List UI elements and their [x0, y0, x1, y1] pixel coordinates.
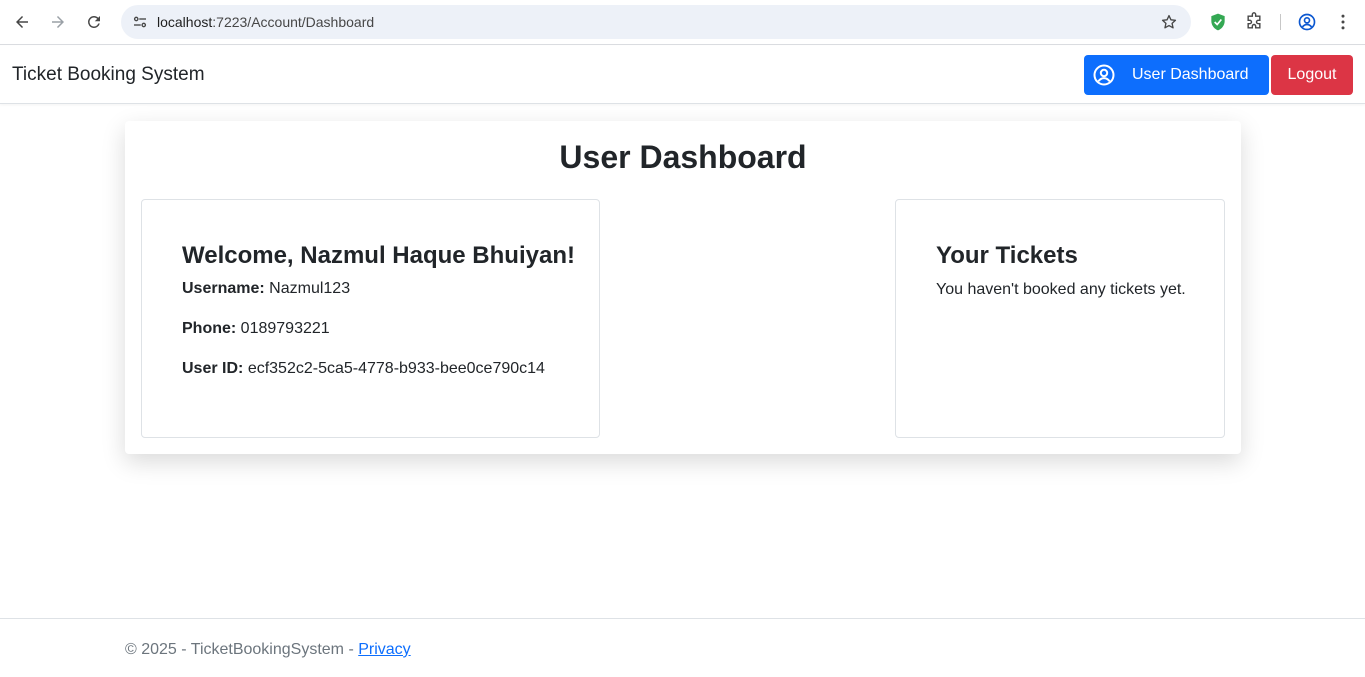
back-arrow-icon[interactable] [9, 9, 35, 35]
url-text: localhost:7223/Account/Dashboard [157, 14, 374, 30]
page-title: User Dashboard [559, 139, 807, 175]
no-tickets-message: You haven't booked any tickets yet. [936, 281, 1186, 298]
phone-row: Phone: 0189793221 [182, 320, 330, 338]
user-info-panel: Welcome, Nazmul Haque Bhuiyan! Username:… [141, 199, 600, 438]
userid-label: User ID: [182, 360, 244, 377]
dashboard-card: User Dashboard Welcome, Nazmul Haque Bhu… [125, 121, 1241, 454]
profile-icon[interactable] [1295, 10, 1319, 34]
app-navbar: Ticket Booking System User Dashboard Log… [0, 46, 1365, 104]
phone-label: Phone: [182, 320, 237, 337]
address-bar[interactable]: localhost:7223/Account/Dashboard [121, 5, 1191, 39]
privacy-link[interactable]: Privacy [358, 641, 410, 658]
phone-value: 0189793221 [240, 320, 330, 337]
welcome-heading: Welcome, Nazmul Haque Bhuiyan! [182, 242, 575, 269]
url-host: localhost [157, 14, 213, 30]
user-dashboard-label: User Dashboard [1132, 66, 1249, 83]
tickets-heading: Your Tickets [936, 242, 1078, 269]
site-info-icon[interactable] [129, 11, 151, 33]
logout-button[interactable]: Logout [1271, 55, 1353, 95]
tickets-panel: Your Tickets You haven't booked any tick… [895, 199, 1225, 438]
username-row: Username: Nazmul123 [182, 280, 350, 298]
toolbar-separator [1280, 14, 1281, 30]
user-circle-icon [1092, 63, 1116, 87]
browser-toolbar: localhost:7223/Account/Dashboard [0, 0, 1365, 45]
reload-icon[interactable] [81, 9, 107, 35]
copyright-text: © 2025 - TicketBookingSystem - [125, 641, 359, 658]
user-dashboard-button[interactable]: User Dashboard [1084, 55, 1269, 95]
footer: © 2025 - TicketBookingSystem - Privacy [0, 618, 1365, 677]
kebab-menu-icon[interactable] [1331, 10, 1355, 34]
forward-arrow-icon[interactable] [45, 9, 71, 35]
shield-extension-icon[interactable] [1206, 10, 1230, 34]
star-icon[interactable] [1159, 12, 1179, 32]
username-label: Username: [182, 280, 265, 297]
username-value: Nazmul123 [269, 280, 351, 297]
userid-value: ecf352c2-5ca5-4778-b933-bee0ce790c14 [247, 360, 545, 377]
userid-row: User ID: ecf352c2-5ca5-4778-b933-bee0ce7… [182, 360, 545, 378]
footer-text: © 2025 - TicketBookingSystem - Privacy [125, 641, 411, 659]
puzzle-extensions-icon[interactable] [1242, 10, 1266, 34]
url-path: :7223/Account/Dashboard [212, 14, 375, 30]
brand-link[interactable]: Ticket Booking System [12, 64, 205, 86]
